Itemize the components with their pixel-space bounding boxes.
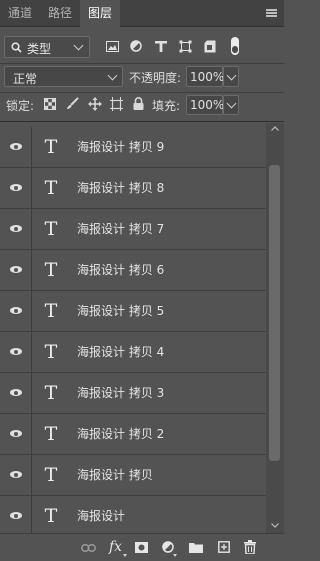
layer-row[interactable]: T 海报设计 拷贝 7	[0, 209, 266, 250]
layer-filter-select[interactable]: 类型	[4, 36, 90, 58]
eye-icon	[10, 266, 22, 273]
lock-image-pixels-icon[interactable]	[66, 97, 79, 110]
visibility-toggle[interactable]	[0, 414, 32, 454]
delete-layer-icon[interactable]	[244, 540, 256, 554]
adjustment-filter-icon[interactable]	[130, 40, 142, 52]
visibility-toggle[interactable]	[0, 332, 32, 372]
eye-icon	[10, 348, 22, 355]
layer-name[interactable]: 海报设计 拷贝 3	[77, 373, 164, 413]
text-layer-icon: T	[44, 341, 58, 363]
lock-transparent-pixels-icon[interactable]	[44, 98, 56, 110]
visibility-toggle[interactable]	[0, 373, 32, 413]
layer-name[interactable]: 海报设计 拷贝 2	[77, 414, 164, 454]
scroll-up-icon[interactable]	[271, 126, 279, 131]
layer-row[interactable]: T 海报设计 拷贝 3	[0, 373, 266, 414]
layer-name[interactable]: 海报设计 拷贝 8	[77, 168, 164, 208]
tab-channels[interactable]: 通道	[0, 0, 40, 26]
text-layer-icon: T	[44, 300, 58, 322]
new-layer-icon[interactable]	[218, 541, 230, 553]
layer-name[interactable]: 海报设计 拷贝 4	[77, 332, 164, 372]
layer-name[interactable]: 海报设计 拷贝 5	[77, 291, 164, 331]
visibility-toggle[interactable]	[0, 455, 32, 495]
eye-icon	[10, 389, 22, 396]
layer-row[interactable]: T 海报设计 拷贝	[0, 455, 266, 496]
filter-toggle-icon[interactable]	[231, 37, 239, 55]
layers-bottom-toolbar: fx	[0, 533, 284, 561]
opacity-value: 100%	[190, 70, 225, 84]
blend-mode-select[interactable]: 正常	[4, 66, 123, 87]
smart-object-filter-icon[interactable]	[204, 40, 216, 53]
chevron-down-icon	[226, 70, 237, 81]
visibility-toggle[interactable]	[0, 496, 32, 533]
visibility-toggle[interactable]	[0, 209, 32, 249]
layer-name[interactable]: 海报设计	[77, 496, 125, 533]
eye-icon	[10, 225, 22, 232]
layers-scrollbar[interactable]	[266, 123, 284, 533]
layer-name[interactable]: 海报设计 拷贝 7	[77, 209, 164, 249]
link-layers-icon[interactable]	[81, 544, 96, 552]
layer-name[interactable]: 海报设计 拷贝	[77, 455, 153, 495]
visibility-toggle[interactable]	[0, 127, 32, 167]
type-filter-icon[interactable]	[155, 41, 167, 52]
eye-icon	[10, 307, 22, 314]
layer-filter-value: 类型	[27, 42, 52, 56]
layer-row[interactable]: T 海报设计 拷贝 9	[0, 127, 266, 168]
text-layer-icon: T	[44, 382, 58, 404]
eye-icon	[10, 430, 22, 437]
scroll-down-icon[interactable]	[271, 523, 279, 528]
layer-row[interactable]: T 海报设计 拷贝 4	[0, 332, 266, 373]
fill-input[interactable]: 100%	[186, 95, 225, 115]
scrollbar-thumb[interactable]	[269, 165, 280, 461]
fill-dropdown[interactable]	[223, 95, 239, 115]
lock-all-icon[interactable]	[133, 97, 144, 110]
text-layer-icon: T	[44, 259, 58, 281]
layer-style-icon[interactable]: fx	[109, 539, 122, 555]
chevron-down-icon	[226, 98, 237, 109]
visibility-toggle[interactable]	[0, 291, 32, 331]
add-mask-icon[interactable]	[135, 542, 148, 553]
eye-icon	[10, 184, 22, 191]
visibility-toggle[interactable]	[0, 250, 32, 290]
eye-icon	[10, 512, 22, 519]
fill-label: 填充:	[152, 99, 181, 113]
text-layer-icon: T	[44, 423, 58, 445]
lock-label: 锁定:	[6, 99, 35, 113]
layer-row[interactable]: T 海报设计 拷贝 6	[0, 250, 266, 291]
text-layer-icon: T	[44, 505, 58, 527]
lock-position-icon[interactable]	[88, 97, 102, 111]
layer-name[interactable]: 海报设计 拷贝 6	[77, 250, 164, 290]
layers-list: T 海报设计 拷贝 9 T 海报设计 拷贝 8 T 海报设计 拷贝 7 T 海报…	[0, 123, 284, 533]
text-layer-icon: T	[44, 177, 58, 199]
fill-value: 100%	[190, 98, 225, 112]
adjustment-dropdown-icon	[173, 554, 177, 557]
layer-style-dropdown-icon	[123, 554, 127, 557]
panel-menu-icon[interactable]	[266, 9, 277, 17]
new-adjustment-layer-icon[interactable]	[162, 541, 174, 553]
image-filter-icon[interactable]	[106, 41, 119, 52]
panel-tab-bar: 通道 路径 图层	[0, 0, 284, 27]
layer-row[interactable]: T 海报设计 拷贝 2	[0, 414, 266, 455]
tab-layers[interactable]: 图层	[80, 0, 120, 27]
shape-filter-icon[interactable]	[179, 40, 192, 53]
search-icon	[11, 42, 22, 53]
eye-icon	[10, 471, 22, 478]
layer-name[interactable]: 海报设计 拷贝 9	[77, 127, 164, 167]
layer-row[interactable]: T 海报设计 拷贝 8	[0, 168, 266, 209]
opacity-dropdown[interactable]	[223, 66, 239, 87]
layer-row[interactable]: T 海报设计	[0, 496, 266, 533]
new-group-icon[interactable]	[189, 542, 203, 553]
layer-row[interactable]: T 海报设计 拷贝 5	[0, 291, 266, 332]
chevron-down-icon	[73, 40, 84, 51]
tab-paths[interactable]: 路径	[40, 0, 80, 26]
text-layer-icon: T	[44, 464, 58, 486]
eye-icon	[10, 143, 22, 150]
text-layer-icon: T	[44, 218, 58, 240]
chevron-down-icon	[107, 70, 118, 81]
text-layer-icon: T	[44, 136, 58, 158]
visibility-toggle[interactable]	[0, 168, 32, 208]
opacity-label: 不透明度:	[129, 71, 182, 85]
lock-artboard-icon[interactable]	[110, 97, 123, 111]
opacity-input[interactable]: 100%	[186, 66, 225, 87]
blend-mode-value: 正常	[13, 72, 38, 86]
